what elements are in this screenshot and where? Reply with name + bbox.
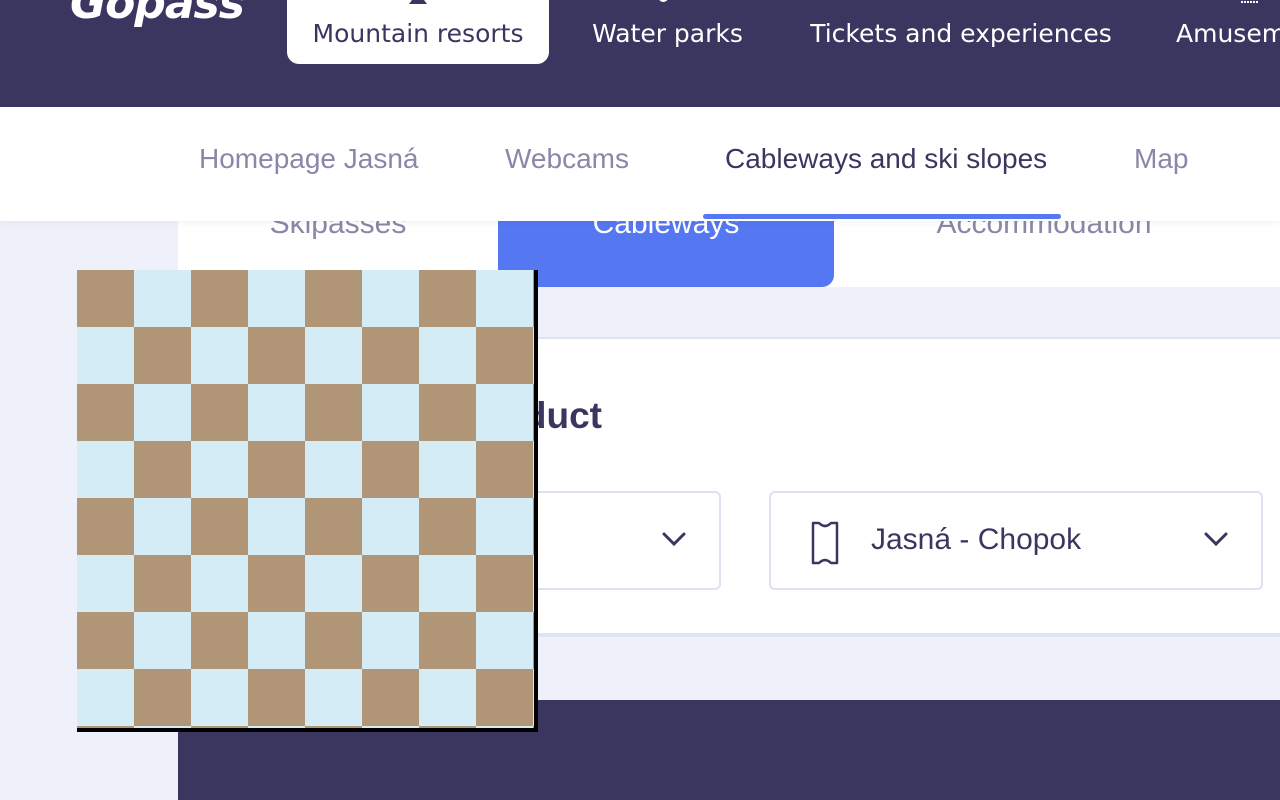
category-label: Tickets and experiences bbox=[810, 19, 1112, 48]
ticket-icon bbox=[811, 521, 839, 565]
subnav-cableways-and-ski-slopes[interactable]: Cableways and ski slopes bbox=[725, 143, 1047, 175]
category-tickets-and-experiences[interactable]: Tickets and experiences bbox=[790, 0, 1132, 64]
category-label: Mountain resorts bbox=[312, 19, 524, 48]
subnav-webcams[interactable]: Webcams bbox=[505, 143, 629, 175]
category-amusement-parks[interactable]: Amusement parks bbox=[1160, 0, 1280, 64]
active-subnav-underline bbox=[703, 214, 1061, 219]
top-header: Gopass Mountain resorts Water parks Tick… bbox=[0, 0, 1280, 107]
resort-select-value: Jasná - Chopok bbox=[871, 523, 1082, 556]
mountain-icon bbox=[409, 0, 427, 4]
ticket-icon bbox=[950, 0, 972, 4]
category-label: Amusement parks bbox=[1176, 19, 1280, 48]
category-label: Water parks bbox=[592, 19, 743, 48]
category-mountain-resorts[interactable]: Mountain resorts bbox=[287, 0, 549, 64]
resort-select[interactable]: Jasná - Chopok bbox=[769, 491, 1263, 590]
ferris-wheel-icon bbox=[1241, 1, 1259, 3]
missing-image-placeholder bbox=[77, 270, 538, 732]
subnav-homepage[interactable]: Homepage Jasná bbox=[199, 143, 418, 175]
category-water-parks[interactable]: Water parks bbox=[575, 0, 760, 64]
chevron-down-icon bbox=[1204, 532, 1228, 547]
logo[interactable]: Gopass bbox=[70, 0, 245, 29]
chevron-down-icon bbox=[662, 532, 686, 547]
resort-subnav: Homepage Jasná Webcams Cableways and ski… bbox=[0, 107, 1280, 221]
wave-icon bbox=[658, 0, 667, 2]
subnav-map[interactable]: Map bbox=[1134, 143, 1188, 175]
